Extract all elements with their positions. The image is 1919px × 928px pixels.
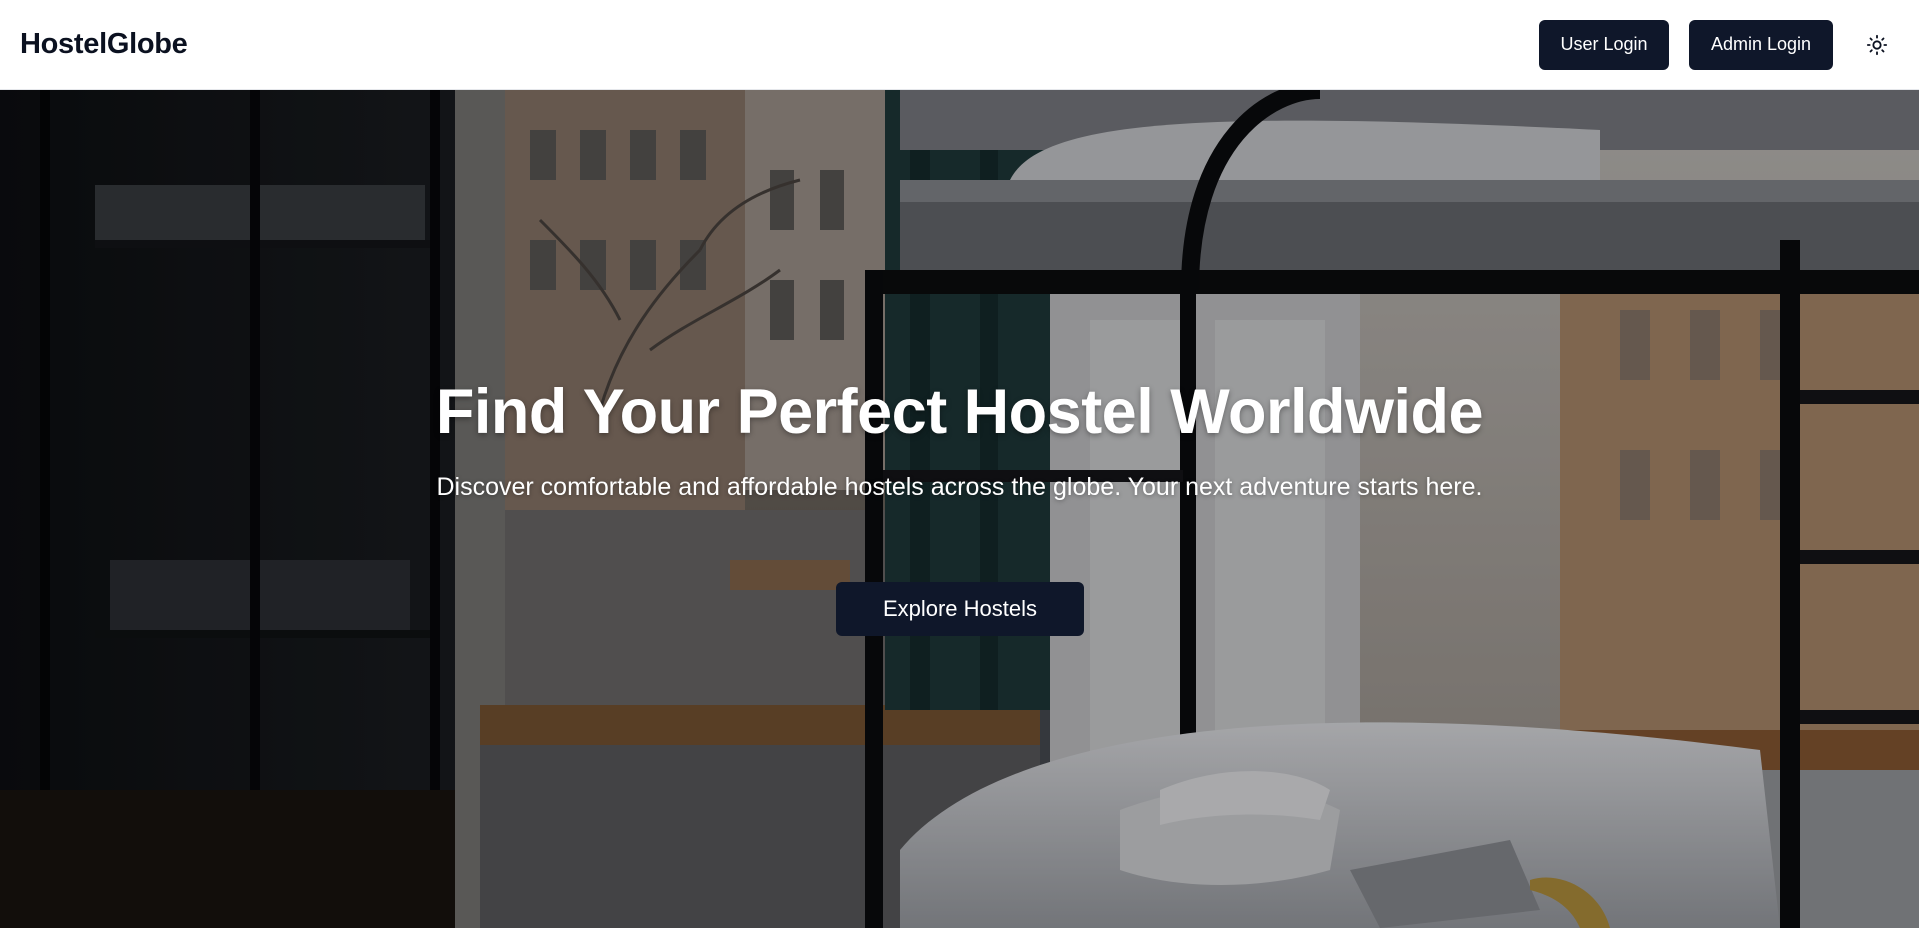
- hero-subtitle: Discover comfortable and affordable host…: [436, 473, 1483, 501]
- hero-title: Find Your Perfect Hostel Worldwide: [435, 377, 1484, 447]
- site-header: HostelGlobe User Login Admin Login: [0, 0, 1919, 90]
- hero-content: Find Your Perfect Hostel Worldwide Disco…: [0, 90, 1919, 928]
- admin-login-button[interactable]: Admin Login: [1689, 19, 1833, 70]
- brand-logo[interactable]: HostelGlobe: [20, 28, 188, 61]
- header-nav: User Login Admin Login: [1539, 19, 1899, 70]
- explore-hostels-button[interactable]: Explore Hostels: [836, 582, 1084, 636]
- sun-icon: [1866, 34, 1888, 55]
- user-login-button[interactable]: User Login: [1539, 19, 1669, 70]
- theme-toggle-button[interactable]: [1861, 29, 1893, 61]
- hero-section: Find Your Perfect Hostel Worldwide Disco…: [0, 90, 1919, 928]
